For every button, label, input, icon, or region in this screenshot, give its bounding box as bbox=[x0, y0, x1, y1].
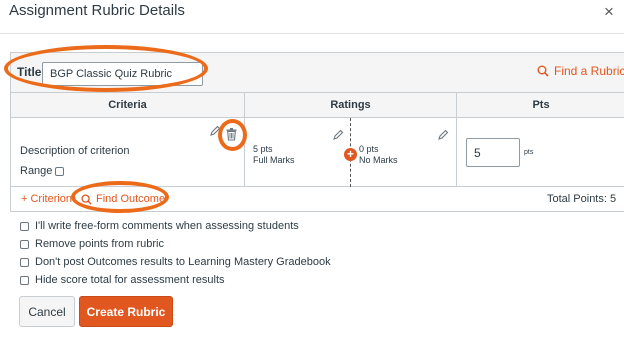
criteria-column-header: Criteria bbox=[11, 93, 245, 118]
find-outcome-link[interactable]: Find Outcome bbox=[81, 193, 165, 205]
pencil-icon[interactable] bbox=[332, 129, 344, 141]
ratings-cell: 5 pts Full Marks + 0 pts No Marks bbox=[245, 118, 457, 187]
option-hide-score-total[interactable]: Hide score total for assessment results bbox=[20, 274, 225, 286]
rating-description: No Marks bbox=[359, 155, 398, 165]
checkbox[interactable] bbox=[20, 275, 29, 285]
pts-column-header: Pts bbox=[457, 93, 624, 118]
search-icon bbox=[81, 193, 92, 205]
rubric-footer: + Criterion Find Outcome Total Points: 5 bbox=[11, 187, 624, 213]
option-dont-post-outcomes[interactable]: Don't post Outcomes results to Learning … bbox=[20, 256, 331, 268]
create-rubric-button[interactable]: Create Rubric bbox=[79, 296, 173, 327]
criterion-description[interactable]: Description of criterion bbox=[20, 145, 129, 157]
close-icon[interactable]: × bbox=[604, 3, 614, 21]
find-outcome-label: Find Outcome bbox=[96, 193, 166, 205]
rating-description: Full Marks bbox=[253, 155, 295, 165]
option-remove-points[interactable]: Remove points from rubric bbox=[20, 238, 164, 250]
pencil-icon[interactable] bbox=[209, 125, 221, 137]
points-input[interactable] bbox=[466, 138, 520, 167]
cancel-button[interactable]: Cancel bbox=[19, 296, 75, 327]
total-points: Total Points: 5 bbox=[547, 193, 617, 205]
find-rubric-link[interactable]: Find a Rubric bbox=[537, 64, 624, 78]
option-label: Hide score total for assessment results bbox=[35, 274, 225, 286]
header-divider bbox=[0, 33, 624, 34]
rubric-table: Title: Find a Rubric Criteria Ratings Pt… bbox=[10, 52, 624, 212]
find-rubric-label: Find a Rubric bbox=[554, 64, 624, 78]
checkbox[interactable] bbox=[20, 239, 29, 249]
rubric-title-input[interactable] bbox=[42, 62, 203, 86]
checkbox[interactable] bbox=[20, 221, 29, 231]
range-label: Range bbox=[20, 165, 53, 177]
option-label: I'll write free-form comments when asses… bbox=[35, 220, 299, 232]
add-criterion-button[interactable]: + Criterion bbox=[21, 193, 72, 205]
rubric-title-row: Title: Find a Rubric bbox=[11, 53, 624, 93]
search-icon bbox=[537, 65, 549, 77]
pencil-icon[interactable] bbox=[437, 129, 449, 141]
option-label: Don't post Outcomes results to Learning … bbox=[35, 256, 331, 268]
option-label: Remove points from rubric bbox=[35, 238, 164, 250]
criterion-cell: Description of criterion Range bbox=[11, 118, 245, 187]
checkbox[interactable] bbox=[20, 257, 29, 267]
range-checkbox[interactable] bbox=[55, 167, 64, 176]
points-unit: pts bbox=[524, 149, 534, 156]
rating-points: 0 pts bbox=[359, 144, 379, 154]
rating-points: 5 pts bbox=[253, 144, 273, 154]
ratings-column-header: Ratings bbox=[245, 93, 457, 118]
plus-circle-icon[interactable]: + bbox=[344, 148, 357, 161]
points-cell: pts bbox=[457, 118, 624, 187]
option-free-form-comments[interactable]: I'll write free-form comments when asses… bbox=[20, 220, 299, 232]
trash-icon[interactable] bbox=[225, 127, 238, 141]
dialog-title: Assignment Rubric Details bbox=[9, 2, 185, 19]
